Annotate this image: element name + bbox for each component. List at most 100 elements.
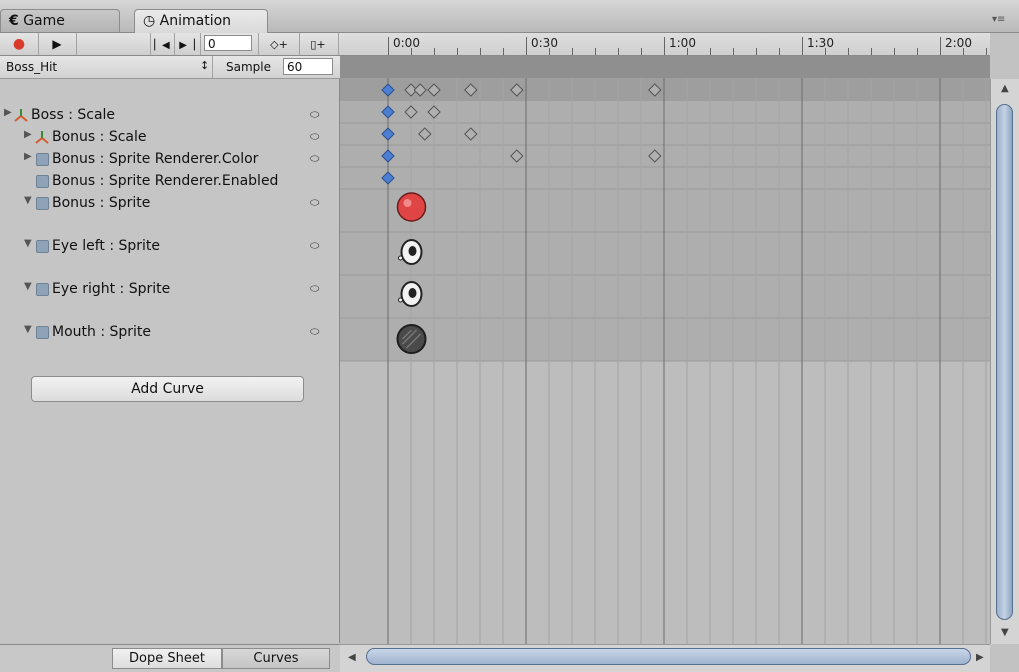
expand-arrow-icon[interactable]: ▶: [24, 129, 32, 140]
ruler-tick: [894, 48, 895, 55]
tab-game-label: Game: [23, 13, 65, 29]
ruler-tick: [641, 48, 642, 55]
vertical-scroll-thumb[interactable]: [996, 104, 1013, 620]
property-row-band: [340, 189, 990, 232]
property-row[interactable]: ▼ Eye left : Sprite ⬭: [0, 235, 339, 278]
ruler-tick: [503, 48, 504, 55]
visibility-toggle-icon[interactable]: ⬭: [310, 325, 319, 339]
scroll-down-icon[interactable]: ▼: [1001, 627, 1009, 638]
property-row[interactable]: ▶ Bonus : Sprite Renderer.Color ⬭: [0, 148, 339, 170]
add-event-icon: ▯+: [310, 38, 326, 51]
sprite-renderer-icon: [36, 326, 49, 339]
ruler-tick: [710, 48, 711, 55]
property-label: Bonus : Sprite: [52, 195, 151, 211]
collapse-arrow-icon[interactable]: ▼: [24, 324, 32, 335]
horizontal-scroll-thumb[interactable]: [366, 648, 971, 665]
sprite-renderer-icon: [36, 240, 49, 253]
clock-icon: ◷: [143, 13, 156, 29]
property-row-band: [340, 318, 990, 361]
scroll-right-icon[interactable]: ▶: [976, 652, 984, 663]
sprite-highlight: [403, 199, 412, 207]
property-row[interactable]: ▶ Bonus : Scale ⬭: [0, 126, 339, 148]
frame-input[interactable]: 0: [204, 35, 252, 51]
ruler-tick: [434, 48, 435, 55]
collapse-arrow-icon[interactable]: ▼: [24, 281, 32, 292]
record-icon: ●: [12, 36, 26, 52]
panel-menu-icon[interactable]: ▾≡: [992, 14, 1005, 25]
sprite-renderer-icon: [36, 153, 49, 166]
transform-icon: [14, 108, 28, 122]
property-label: Bonus : Scale: [52, 129, 147, 145]
ruler-tick: [618, 48, 619, 55]
visibility-toggle-icon[interactable]: ⬭: [310, 282, 319, 296]
next-keyframe-icon: ▶▕: [179, 40, 195, 51]
property-label: Eye right : Sprite: [52, 281, 171, 297]
tab-curves[interactable]: Curves: [222, 648, 330, 669]
visibility-toggle-icon[interactable]: ⬭: [310, 130, 319, 144]
tab-game[interactable]: € Game: [0, 9, 120, 32]
tab-dope-sheet[interactable]: Dope Sheet: [112, 648, 222, 669]
clip-select[interactable]: Boss_Hit: [6, 60, 57, 74]
eye-spot: [398, 297, 403, 303]
transform-icon: [35, 130, 49, 144]
time-ruler[interactable]: 0:00 0:30 1:00 1:30 2:00: [340, 33, 990, 56]
ruler-tick: [733, 48, 734, 55]
clip-row: Boss_Hit ↕ Sample 60: [0, 56, 340, 79]
scroll-left-icon[interactable]: ◀: [348, 652, 356, 663]
property-row[interactable]: ▶ Boss : Scale ⬭: [0, 104, 339, 126]
property-label: Bonus : Sprite Renderer.Enabled: [52, 173, 279, 189]
record-button[interactable]: ●: [0, 33, 39, 55]
previous-keyframe-button[interactable]: ▏◀: [150, 33, 175, 55]
mouth-sprite-icon: [396, 324, 427, 354]
ruler-tick: [940, 37, 941, 55]
play-button[interactable]: ▶: [38, 33, 77, 55]
tab-animation[interactable]: ◷ Animation: [134, 9, 268, 33]
visibility-toggle-icon[interactable]: ⬭: [310, 108, 319, 122]
add-keyframe-icon: ◇+: [270, 38, 288, 51]
add-event-button[interactable]: ▯+: [298, 33, 339, 55]
ruler-tick: [526, 37, 527, 55]
property-row[interactable]: ▼ Mouth : Sprite ⬭: [0, 321, 339, 364]
animation-toolbar: ● ▶ ▏◀ ▶▕ 0 ◇+ ▯+: [0, 33, 340, 56]
expand-arrow-icon[interactable]: ▶: [24, 151, 32, 162]
eye-pupil: [408, 288, 417, 298]
ruler-label-0: 0:00: [393, 36, 420, 50]
view-mode-bar: Dope Sheet Curves: [0, 644, 340, 672]
property-list: ▶ Boss : Scale ⬭ ▶ Bonus : Scale ⬭ ▶ Bon…: [0, 79, 340, 643]
sample-label: Sample: [212, 56, 271, 78]
property-row-band: [340, 232, 990, 275]
ruler-tick: [572, 48, 573, 55]
add-keyframe-button[interactable]: ◇+: [258, 33, 300, 55]
ruler-tick: [917, 48, 918, 55]
collapse-arrow-icon[interactable]: ▼: [24, 195, 32, 206]
property-row[interactable]: ▼ Eye right : Sprite ⬭: [0, 278, 339, 321]
dopesheet-timeline[interactable]: [340, 56, 990, 644]
spacer: [76, 33, 151, 55]
visibility-toggle-icon[interactable]: ⬭: [310, 152, 319, 166]
keyframe-grid[interactable]: [340, 56, 990, 644]
game-icon: €: [9, 13, 19, 29]
property-row[interactable]: Bonus : Sprite Renderer.Enabled: [0, 170, 339, 192]
property-label: Mouth : Sprite: [52, 324, 152, 340]
visibility-toggle-icon[interactable]: ⬭: [310, 196, 319, 210]
tab-animation-label: Animation: [159, 13, 232, 29]
sprite-renderer-icon: [36, 283, 49, 296]
collapse-arrow-icon[interactable]: ▼: [24, 238, 32, 249]
property-row-band: [340, 167, 990, 189]
ruler-tick: [664, 37, 665, 55]
ruler-tick: [756, 48, 757, 55]
ruler-label-30: 0:30: [531, 36, 558, 50]
eye-spot: [398, 255, 403, 261]
ruler-tick: [871, 48, 872, 55]
add-curve-button[interactable]: Add Curve: [31, 376, 304, 402]
next-keyframe-button[interactable]: ▶▕: [174, 33, 201, 55]
property-row[interactable]: ▼ Bonus : Sprite ⬭: [0, 192, 339, 235]
visibility-toggle-icon[interactable]: ⬭: [310, 239, 319, 253]
timeline-header-band: [340, 56, 990, 78]
previous-keyframe-icon: ▏◀: [154, 40, 170, 51]
expand-arrow-icon[interactable]: ▶: [4, 107, 12, 118]
ruler-tick: [986, 48, 987, 55]
scroll-up-icon[interactable]: ▲: [1001, 83, 1009, 94]
sample-input[interactable]: 60: [283, 58, 333, 75]
sprite-renderer-icon: [36, 175, 49, 188]
